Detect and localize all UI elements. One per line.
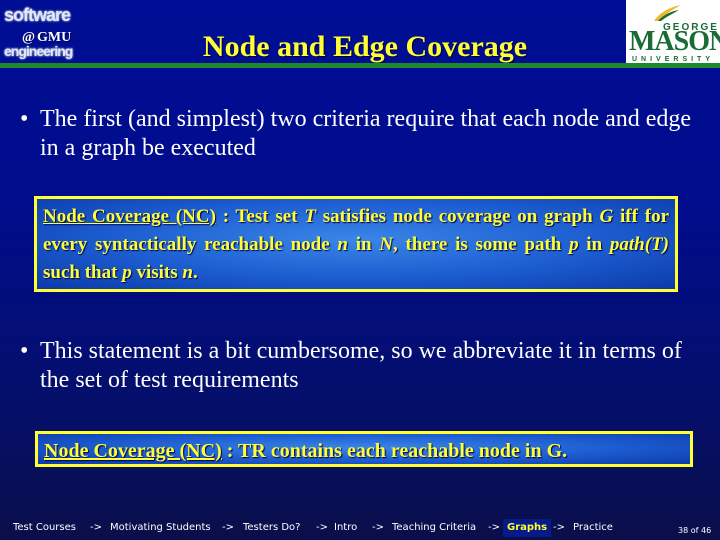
definition-text: such that: [43, 262, 123, 283]
bullet-1-text: The first (and simplest) two criteria re…: [40, 106, 692, 161]
definition-text: in: [347, 234, 380, 255]
logo-gmu: @ GMU: [22, 30, 71, 46]
page-counter: 38 of 46: [678, 526, 711, 535]
nav-link-graphs-current[interactable]: Graphs: [503, 519, 552, 537]
var-n: n: [337, 234, 348, 255]
nav-separator: ->: [553, 522, 565, 533]
bullet-2: • This statement is a bit cumbersome, so…: [20, 337, 700, 395]
test-requirements-box: Node Coverage (NC) : TR contains each re…: [35, 431, 693, 467]
nav-link-motivating-students[interactable]: Motivating Students: [110, 522, 211, 533]
bullet-dot-icon: •: [20, 338, 29, 364]
title-underline-bar: [0, 63, 720, 68]
george-mason-logo: GEORGE MASON UNIVERSITY: [626, 0, 720, 64]
logo-gmu-text: GMU: [37, 30, 72, 45]
leaf-icon: [654, 5, 681, 21]
definition-text: visits: [131, 262, 183, 283]
tr-term: Node Coverage (NC): [44, 440, 222, 462]
definition-text: : Test set: [215, 206, 305, 227]
var-p: p: [122, 262, 132, 283]
var-pathT: path(T): [609, 234, 669, 255]
nav-link-test-courses[interactable]: Test Courses: [13, 522, 76, 533]
bullet-dot-icon: •: [20, 106, 29, 132]
nav-separator: ->: [316, 522, 328, 533]
nav-link-practice[interactable]: Practice: [573, 522, 613, 533]
logo-university: UNIVERSITY: [632, 56, 715, 63]
at-sign-icon: @: [22, 30, 36, 45]
page-total: 46: [701, 526, 712, 535]
page-number: 38: [678, 526, 689, 535]
var-T: T: [304, 206, 316, 227]
definition-text: .: [192, 262, 198, 283]
nav-separator: ->: [488, 522, 500, 533]
definition-text: in: [578, 234, 610, 255]
var-n: n: [182, 262, 193, 283]
nav-separator: ->: [90, 522, 102, 533]
var-N: N: [379, 234, 394, 255]
footer-navigation: Test Courses -> Motivating Students -> T…: [0, 518, 720, 538]
nav-link-testers-do[interactable]: Testers Do?: [243, 522, 300, 533]
nav-link-intro[interactable]: Intro: [334, 522, 357, 533]
definition-text: , there is some path: [393, 234, 570, 255]
tr-text: : TR contains each reachable node in G.: [221, 440, 568, 462]
definition-text: satisfies node coverage on graph: [315, 206, 600, 227]
software-engineering-gmu-logo: software engineering @ GMU: [4, 6, 104, 62]
var-G: G: [599, 206, 614, 227]
nav-link-teaching-criteria[interactable]: Teaching Criteria: [392, 522, 476, 533]
nav-separator: ->: [222, 522, 234, 533]
logo-mason: MASON: [629, 26, 720, 57]
definition-term: Node Coverage (NC): [43, 206, 216, 227]
var-p: p: [569, 234, 579, 255]
nav-separator: ->: [372, 522, 384, 533]
node-coverage-definition-box: Node Coverage (NC) : Test set T satisfie…: [34, 196, 678, 292]
slide: software engineering @ GMU Node and Edge …: [0, 0, 720, 540]
bullet-2-text: This statement is a bit cumbersome, so w…: [40, 338, 682, 393]
bullet-1: • The first (and simplest) two criteria …: [20, 105, 700, 163]
page-of: of: [690, 526, 699, 535]
slide-title: Node and Edge Coverage: [202, 30, 528, 63]
logo-line1: software: [4, 5, 71, 25]
